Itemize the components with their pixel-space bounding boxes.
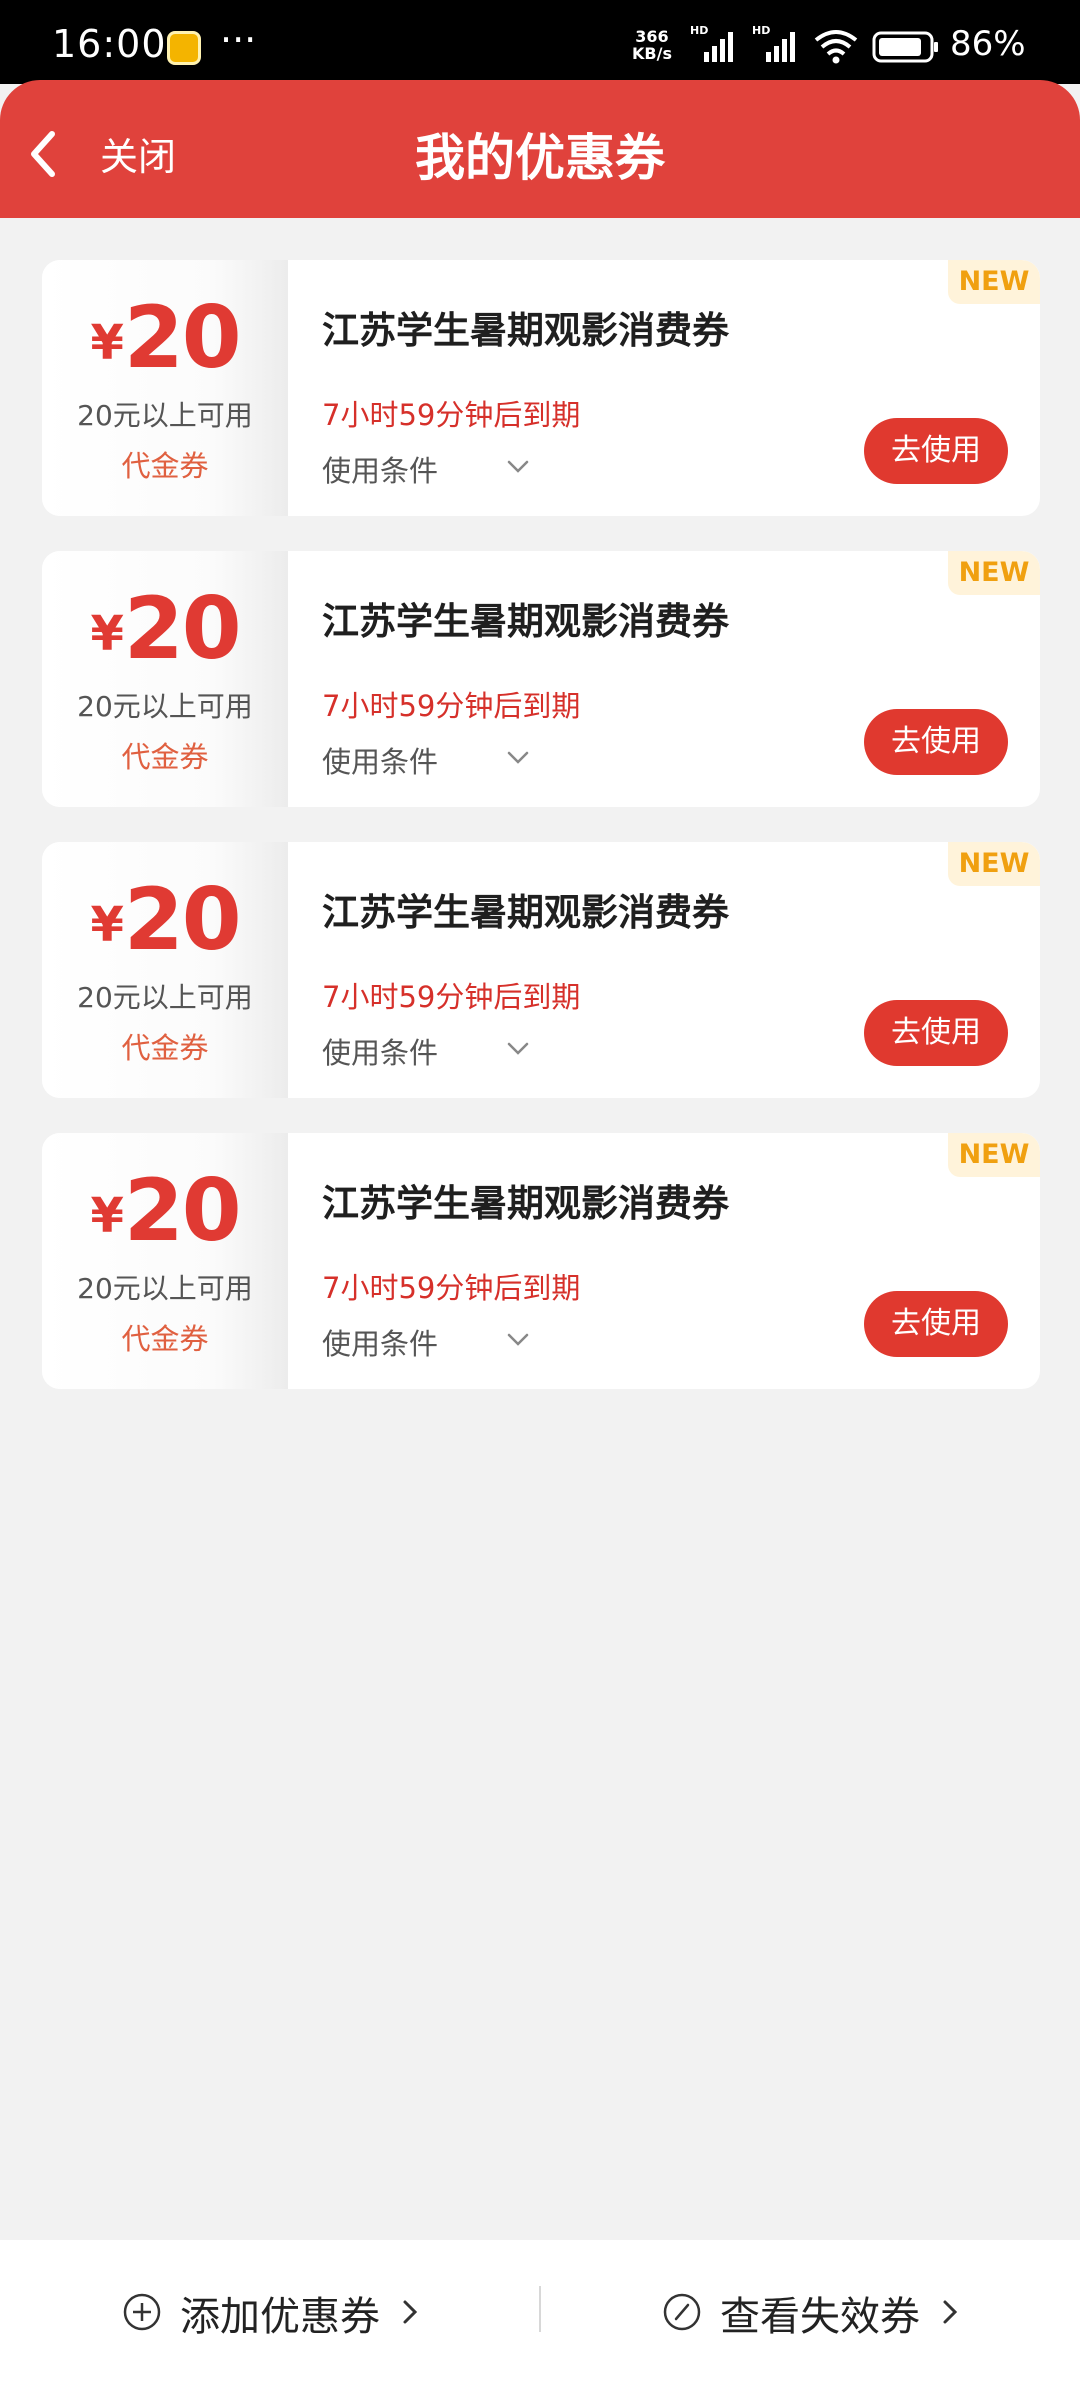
coupon-amount: 20 xyxy=(123,870,242,970)
chevron-right-icon xyxy=(403,2300,418,2324)
currency-symbol: ¥ xyxy=(90,606,124,662)
use-coupon-button[interactable]: 去使用 xyxy=(864,418,1008,484)
coupon-name: 江苏学生暑期观影消费券 xyxy=(322,309,729,352)
coupon-type: 代金券 xyxy=(121,1322,209,1356)
coupon-value-panel: ¥20 20元以上可用 代金券 xyxy=(42,842,288,1098)
coupon-amount: 20 xyxy=(123,1161,242,1261)
signal-icon: HD xyxy=(752,24,795,62)
coupon-list: ¥20 20元以上可用 代金券 江苏学生暑期观影消费券 7小时59分钟后到期 使… xyxy=(42,260,1040,1424)
new-badge: NEW xyxy=(948,1133,1040,1177)
coupon-value-panel: ¥20 20元以上可用 代金券 xyxy=(42,551,288,807)
coupon-type: 代金券 xyxy=(121,740,209,774)
notification-app-icon xyxy=(167,31,201,65)
coupon-price: ¥20 xyxy=(42,579,288,679)
network-speed-unit: KB/s xyxy=(632,44,672,63)
chevron-down-icon[interactable] xyxy=(505,1038,531,1058)
chevron-down-icon[interactable] xyxy=(505,1329,531,1349)
chevron-down-icon[interactable] xyxy=(505,456,531,476)
coupon-value-panel: ¥20 20元以上可用 代金券 xyxy=(42,260,288,516)
battery-icon xyxy=(872,31,938,63)
more-notifications-icon: ··· xyxy=(220,18,257,62)
coupon-type: 代金券 xyxy=(121,449,209,483)
coupon-price: ¥20 xyxy=(42,1161,288,1261)
view-expired-coupons-label: 查看失效券 xyxy=(720,2294,920,2340)
coupon-price: ¥20 xyxy=(42,288,288,388)
new-badge: NEW xyxy=(948,842,1040,886)
coupon-card: ¥20 20元以上可用 代金券 江苏学生暑期观影消费券 7小时59分钟后到期 使… xyxy=(42,260,1040,516)
network-speed: 366 KB/s xyxy=(632,28,672,62)
status-bar: 16:00 ··· 366 KB/s HD HD 86% xyxy=(0,0,1080,84)
usage-conditions-toggle[interactable]: 使用条件 xyxy=(322,1030,438,1072)
use-coupon-button[interactable]: 去使用 xyxy=(864,709,1008,775)
add-coupon-label: 添加优惠券 xyxy=(180,2294,380,2340)
signal-hd-label: HD xyxy=(752,24,770,37)
chevron-right-icon xyxy=(943,2300,958,2324)
signal-icon: HD xyxy=(690,24,733,62)
bottom-action-bar: 添加优惠券 查看失效券 xyxy=(0,2240,1080,2400)
use-coupon-button[interactable]: 去使用 xyxy=(864,1291,1008,1357)
new-badge: NEW xyxy=(948,551,1040,595)
new-badge: NEW xyxy=(948,260,1040,304)
currency-symbol: ¥ xyxy=(90,315,124,371)
network-speed-value: 366 xyxy=(635,27,669,46)
use-coupon-button[interactable]: 去使用 xyxy=(864,1000,1008,1066)
currency-symbol: ¥ xyxy=(90,897,124,953)
usage-conditions-toggle[interactable]: 使用条件 xyxy=(322,739,438,781)
coupon-threshold: 20元以上可用 xyxy=(77,399,253,432)
page-title: 我的优惠券 xyxy=(415,129,665,187)
header-bar: 关闭 我的优惠券 xyxy=(0,80,1080,218)
status-time: 16:00 xyxy=(52,22,167,66)
signal-hd-label: HD xyxy=(690,24,708,37)
chevron-down-icon[interactable] xyxy=(505,747,531,767)
coupon-name: 江苏学生暑期观影消费券 xyxy=(322,600,729,643)
coupon-expiry: 7小时59分钟后到期 xyxy=(322,980,581,1014)
coupon-type: 代金券 xyxy=(121,1031,209,1065)
coupon-expiry: 7小时59分钟后到期 xyxy=(322,398,581,432)
wifi-icon xyxy=(814,30,858,64)
coupon-card: ¥20 20元以上可用 代金券 江苏学生暑期观影消费券 7小时59分钟后到期 使… xyxy=(42,551,1040,807)
divider xyxy=(539,2286,541,2332)
coupon-value-panel: ¥20 20元以上可用 代金券 xyxy=(42,1133,288,1389)
coupon-threshold: 20元以上可用 xyxy=(77,1272,253,1305)
coupon-card: ¥20 20元以上可用 代金券 江苏学生暑期观影消费券 7小时59分钟后到期 使… xyxy=(42,1133,1040,1389)
currency-symbol: ¥ xyxy=(90,1188,124,1244)
add-coupon-button[interactable]: 添加优惠券 xyxy=(122,2280,432,2340)
battery-percent: 86% xyxy=(950,24,1026,64)
coupon-threshold: 20元以上可用 xyxy=(77,690,253,723)
coupon-expiry: 7小时59分钟后到期 xyxy=(322,1271,581,1305)
coupon-card: ¥20 20元以上可用 代金券 江苏学生暑期观影消费券 7小时59分钟后到期 使… xyxy=(42,842,1040,1098)
slash-circle-icon xyxy=(663,2293,701,2331)
coupon-expiry: 7小时59分钟后到期 xyxy=(322,689,581,723)
coupon-name: 江苏学生暑期观影消费券 xyxy=(322,1182,729,1225)
coupon-name: 江苏学生暑期观影消费券 xyxy=(322,891,729,934)
coupon-amount: 20 xyxy=(123,579,242,679)
usage-conditions-toggle[interactable]: 使用条件 xyxy=(322,448,438,490)
usage-conditions-toggle[interactable]: 使用条件 xyxy=(322,1321,438,1363)
view-expired-coupons-button[interactable]: 查看失效券 xyxy=(662,2280,972,2340)
coupon-price: ¥20 xyxy=(42,870,288,970)
coupon-amount: 20 xyxy=(123,288,242,388)
coupon-threshold: 20元以上可用 xyxy=(77,981,253,1014)
plus-circle-icon xyxy=(123,2293,161,2331)
